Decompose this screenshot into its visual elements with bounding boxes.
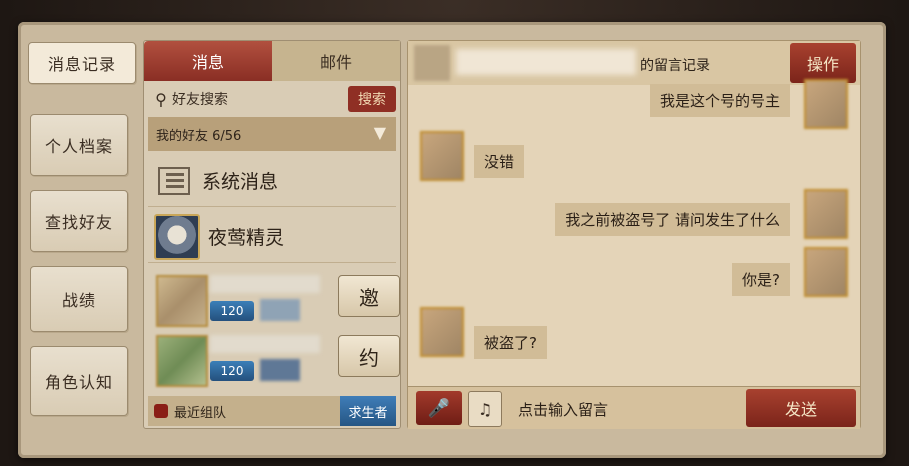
friend-group-toggle[interactable]: 我的好友 6/56 ▼ bbox=[148, 117, 396, 151]
voice-icon: ♫ bbox=[477, 399, 493, 419]
tab-label: 邮件 bbox=[319, 53, 352, 72]
message-input[interactable]: 点击输入留言 bbox=[518, 399, 608, 420]
operate-button[interactable]: 操作 bbox=[790, 43, 856, 83]
message-bubble: 我是这个号的号主 bbox=[649, 84, 790, 117]
avatar bbox=[156, 275, 208, 327]
friend-name-blurred bbox=[210, 275, 320, 293]
message-bubble: 没错 bbox=[474, 145, 525, 178]
friend-row[interactable]: 120 约 bbox=[148, 329, 400, 387]
search-icon: ⚲ bbox=[155, 89, 167, 109]
avatar bbox=[414, 45, 450, 81]
friend-name-blurred bbox=[210, 335, 320, 353]
sidebar-tab-character[interactable]: 角色认知 bbox=[30, 346, 128, 416]
recent-team-bar[interactable]: 最近组队 求生者 bbox=[148, 396, 396, 426]
survivor-button[interactable]: 求生者 bbox=[340, 396, 396, 426]
level-badge: 120 bbox=[210, 361, 254, 381]
chat-target-name-blurred bbox=[456, 49, 636, 75]
microphone-icon: 🎤 bbox=[427, 397, 451, 419]
friend-row[interactable]: 120 邀 bbox=[148, 269, 400, 327]
sidebar-tab-label: 角色认知 bbox=[44, 373, 113, 392]
list-item-system-messages[interactable]: 系统消息 bbox=[148, 155, 396, 207]
system-messages-icon bbox=[158, 165, 194, 197]
message-bubble: 被盗了? bbox=[474, 326, 547, 359]
level-badge: 120 bbox=[210, 301, 254, 321]
chat-title: 的留言记录 bbox=[640, 58, 710, 74]
sidebar-tab-find-friends[interactable]: 查找好友 bbox=[30, 190, 128, 252]
invite-button[interactable]: 邀 bbox=[338, 275, 400, 317]
voice-message-button[interactable]: ♫ bbox=[468, 391, 502, 427]
search-input[interactable]: 好友搜索 bbox=[172, 89, 348, 109]
sidebar-tab-messages[interactable]: 消息记录 bbox=[28, 42, 136, 84]
rank-badge bbox=[260, 359, 300, 381]
recent-team-icon bbox=[154, 404, 168, 418]
chat-header: 的留言记录 操作 bbox=[408, 41, 860, 85]
friends-panel: 消息 邮件 ⚲ 好友搜索 搜索 我的好友 6/56 ▼ 系统消息 夜莺精灵 12… bbox=[143, 40, 401, 429]
avatar bbox=[420, 131, 464, 181]
chevron-down-icon: ▼ bbox=[373, 123, 386, 142]
friend-search: ⚲ 好友搜索 搜索 bbox=[150, 85, 396, 113]
chat-panel: 的留言记录 操作 我是这个号的号主 没错 我之前被盗号了 请问发生了什么 你是?… bbox=[407, 40, 861, 429]
nightingale-avatar bbox=[154, 213, 200, 260]
tab-label: 消息 bbox=[191, 53, 224, 72]
panel-tabs: 消息 邮件 bbox=[144, 41, 400, 81]
sidebar-tab-label: 查找好友 bbox=[44, 213, 113, 232]
recent-team-label: 最近组队 bbox=[174, 405, 227, 421]
search-button[interactable]: 搜索 bbox=[348, 86, 396, 112]
microphone-button[interactable]: 🎤 bbox=[416, 391, 462, 425]
list-item-nightingale[interactable]: 夜莺精灵 bbox=[148, 211, 396, 263]
avatar bbox=[156, 335, 208, 387]
sidebar-tab-label: 战绩 bbox=[61, 291, 96, 310]
avatar bbox=[804, 247, 848, 297]
message-bubble: 你是? bbox=[732, 263, 790, 296]
tab-messages[interactable]: 消息 bbox=[144, 41, 272, 81]
invite-button[interactable]: 约 bbox=[338, 335, 400, 377]
list-item-label: 系统消息 bbox=[202, 171, 279, 193]
tab-mail[interactable]: 邮件 bbox=[272, 41, 400, 81]
avatar bbox=[804, 79, 848, 129]
avatar bbox=[804, 189, 848, 239]
sidebar-tab-label: 个人档案 bbox=[44, 137, 113, 156]
sidebar-tab-label: 消息记录 bbox=[47, 55, 116, 74]
friend-group-label: 我的好友 6/56 bbox=[156, 128, 242, 144]
sidebar-tab-record[interactable]: 战绩 bbox=[30, 266, 128, 332]
avatar bbox=[420, 307, 464, 357]
chat-input-bar: 🎤 ♫ 点击输入留言 发送 bbox=[408, 386, 860, 429]
list-item-label: 夜莺精灵 bbox=[208, 227, 285, 249]
send-button[interactable]: 发送 bbox=[746, 389, 856, 427]
message-bubble: 我之前被盗号了 请问发生了什么 bbox=[555, 203, 790, 236]
rank-badge bbox=[260, 299, 300, 321]
sidebar-tab-profile[interactable]: 个人档案 bbox=[30, 114, 128, 176]
